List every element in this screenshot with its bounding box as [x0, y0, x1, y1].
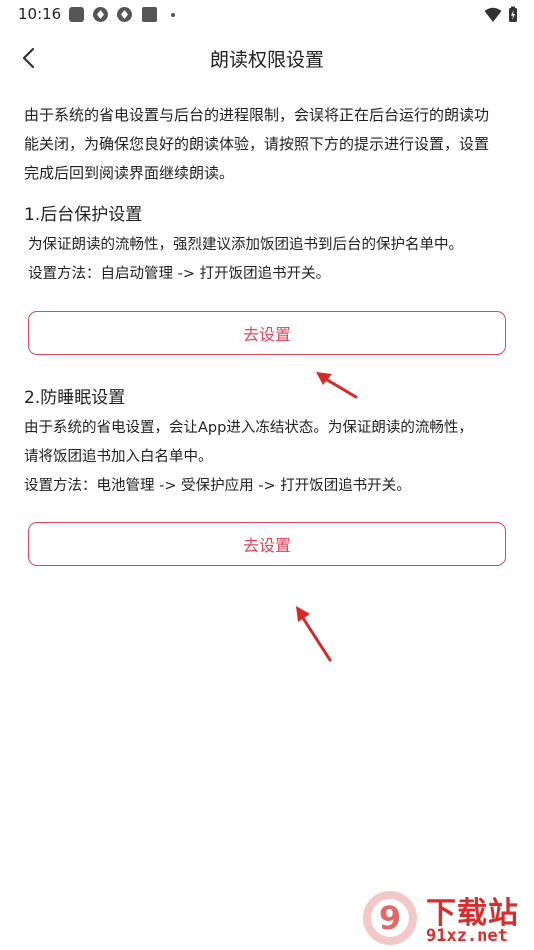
go-settings-button-2[interactable]: 去设置 [28, 522, 506, 566]
sync-icon [93, 7, 108, 22]
site-logo-icon: 9 [363, 891, 417, 945]
button-label: 去设置 [242, 536, 291, 555]
status-time: 10:16 [18, 5, 62, 23]
page-title: 朗读权限设置 [209, 49, 324, 71]
intro-paragraph: 由于系统的省电设置与后台的进程限制，会误将正在后台运行的朗读功 能关闭，为确保您… [24, 101, 510, 188]
section-desc: 请将饭团追书加入白名单中。 [24, 449, 213, 465]
section-body-background-protection: 为保证朗读的流畅性，强烈建议添加饭团追书到后台的保护名单中。 设置方法：自启动管… [28, 231, 510, 289]
intro-line: 由于系统的省电设置与后台的进程限制，会误将正在后台运行的朗读功 [24, 106, 490, 124]
section-desc: 由于系统的省电设置，会让App进入冻结状态。为保证朗读的流畅性， [24, 420, 473, 436]
button-label: 去设置 [242, 325, 291, 344]
app-icon [142, 7, 157, 22]
status-bar: 10:16 [0, 0, 534, 30]
section-body-anti-sleep: 由于系统的省电设置，会让App进入冻结状态。为保证朗读的流畅性， 请将饭团追书加… [24, 414, 506, 501]
watermark-logo: 9 下载站 91xz.net [360, 888, 530, 948]
section-title-anti-sleep: 2.防睡眠设置 [24, 388, 126, 408]
wifi-icon [484, 7, 502, 22]
intro-line: 完成后回到阅读界面继续朗读。 [24, 164, 235, 182]
section-desc: 为保证朗读的流畅性，强烈建议添加饭团追书到后台的保护名单中。 [28, 237, 463, 253]
watermark-url: 91xz.net [426, 926, 508, 946]
section-method: 设置方法：自启动管理 -> 打开饭团追书开关。 [28, 266, 331, 282]
pointer-arrow-icon [316, 372, 358, 399]
status-right-icons [484, 6, 518, 23]
battery-charging-icon [509, 6, 517, 22]
gallery-icon [69, 7, 84, 22]
top-app-bar: 朗读权限设置 [0, 36, 534, 80]
dot-icon [171, 13, 175, 17]
section-title-background-protection: 1.后台保护设置 [24, 205, 143, 225]
go-settings-button-1[interactable]: 去设置 [28, 311, 506, 355]
section-method: 设置方法：电池管理 -> 受保护应用 -> 打开饭团追书开关。 [24, 478, 411, 494]
intro-line: 能关闭，为确保您良好的朗读体验，请按照下方的提示进行设置，设置 [24, 135, 490, 153]
badge-text: 9 [379, 899, 401, 937]
pointer-arrow-icon [296, 606, 332, 662]
sync-icon [117, 7, 132, 22]
